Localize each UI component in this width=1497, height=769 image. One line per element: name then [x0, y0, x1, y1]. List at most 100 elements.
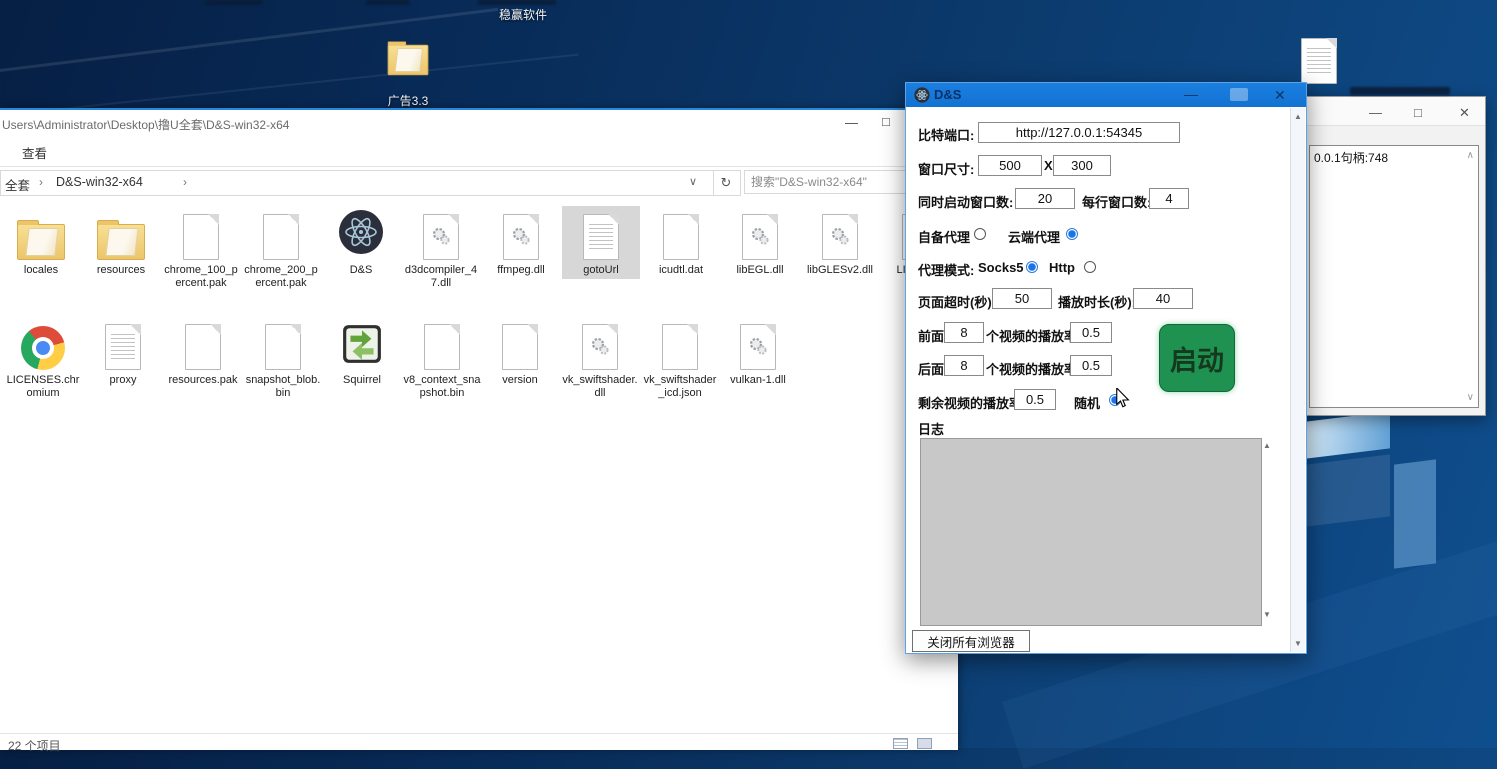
- file-item[interactable]: icudtl.dat: [642, 206, 720, 279]
- dialog-title: D&S: [934, 87, 961, 102]
- arrow-down-icon[interactable]: ▼: [1263, 610, 1271, 619]
- file-item[interactable]: vulkan-1.dll: [719, 316, 797, 389]
- file-item[interactable]: vk_swiftshader_icd.json: [641, 316, 719, 402]
- socks5-radio[interactable]: [1026, 261, 1038, 273]
- page-timeout-input[interactable]: [992, 288, 1052, 309]
- file-item[interactable]: resources: [82, 206, 160, 279]
- file-label: version: [481, 374, 559, 387]
- cutoff-icon-label: [478, 0, 556, 5]
- maximize-button[interactable]: □: [1414, 105, 1422, 120]
- file-item[interactable]: proxy: [84, 316, 162, 389]
- arrow-up-icon[interactable]: ▲: [1263, 441, 1271, 450]
- ds-settings-dialog: D&S — ✕ 比特端口: 窗口尺寸: X 同时启动窗口数: 每行窗口数: 自备…: [905, 82, 1307, 654]
- file-item-selected[interactable]: gotoUrl: [562, 206, 640, 279]
- handle-log-textarea[interactable]: 0.0.1句柄:748 ∧ ∨: [1309, 145, 1479, 408]
- json-file-icon: [662, 324, 698, 370]
- minimize-button[interactable]: —: [845, 116, 858, 129]
- refresh-icon[interactable]: ↻: [712, 170, 741, 196]
- desktop-document-icon[interactable]: [1301, 38, 1337, 84]
- file-label: chrome_100_percent.pak: [162, 264, 240, 290]
- desktop-icon-label[interactable]: 稳赢软件: [468, 6, 578, 23]
- wallpaper-light-pane: [1298, 454, 1390, 527]
- file-explorer-window: Users\Administrator\Desktop\撸U全套\D&S-win…: [0, 108, 958, 750]
- folder-icon: [388, 45, 429, 76]
- dialog-scrollbar[interactable]: ▲ ▼: [1290, 108, 1305, 652]
- rest-rate-input[interactable]: [1014, 389, 1056, 410]
- per-row-input[interactable]: [1149, 188, 1189, 209]
- chevron-down-icon[interactable]: ∨: [1467, 392, 1474, 403]
- squirrel-icon: [341, 323, 383, 370]
- own-proxy-radio[interactable]: [974, 228, 986, 240]
- dialog-title-bar[interactable]: D&S — ✕: [906, 83, 1306, 107]
- port-input[interactable]: [978, 122, 1180, 143]
- minimize-button[interactable]: —: [1184, 86, 1198, 102]
- back-count-input[interactable]: [944, 355, 984, 376]
- address-bar[interactable]: 全套 › D&S-win32-x64 › ∨: [0, 170, 714, 196]
- file-item[interactable]: Squirrel: [323, 316, 401, 389]
- concurrent-windows-input[interactable]: [1015, 188, 1075, 209]
- file-item[interactable]: libGLESv2.dll: [801, 206, 879, 279]
- file-item[interactable]: resources.pak: [164, 316, 242, 389]
- arrow-up-icon[interactable]: ▲: [1294, 112, 1302, 121]
- file-label: resources.pak: [164, 374, 242, 387]
- back-rate-input[interactable]: [1070, 355, 1112, 376]
- list-view-icon[interactable]: [893, 738, 908, 749]
- file-item[interactable]: locales: [2, 206, 80, 279]
- file-label: d3dcompiler_47.dll: [402, 264, 480, 290]
- arrow-down-icon[interactable]: ▼: [1294, 639, 1302, 648]
- bin-file-icon: [424, 324, 460, 370]
- port-label: 比特端口:: [918, 125, 974, 144]
- maximize-button[interactable]: □: [882, 115, 890, 128]
- file-item[interactable]: chrome_100_percent.pak: [162, 206, 240, 292]
- close-all-browsers-button[interactable]: 关闭所有浏览器: [912, 630, 1030, 652]
- cloud-proxy-radio[interactable]: [1066, 228, 1078, 240]
- thumbnail-view-icon[interactable]: [917, 738, 932, 749]
- front-label: 前面: [918, 326, 944, 345]
- file-item[interactable]: v8_context_snapshot.bin: [403, 316, 481, 402]
- file-item[interactable]: version: [481, 316, 559, 389]
- electron-app-icon: [914, 87, 930, 103]
- http-radio[interactable]: [1084, 261, 1096, 273]
- file-label: proxy: [84, 374, 162, 387]
- file-item[interactable]: vk_swiftshader.dll: [561, 316, 639, 402]
- chevron-up-icon[interactable]: ∧: [1467, 150, 1474, 161]
- play-duration-input[interactable]: [1133, 288, 1193, 309]
- file-item[interactable]: d3dcompiler_47.dll: [402, 206, 480, 292]
- file-item[interactable]: LICENSES.chromium: [4, 316, 82, 402]
- file-item[interactable]: chrome_200_percent.pak: [242, 206, 320, 292]
- close-button[interactable]: ✕: [1459, 105, 1470, 121]
- file-label: v8_context_snapshot.bin: [403, 374, 481, 400]
- file-label: chrome_200_percent.pak: [242, 264, 320, 290]
- breadcrumb-parent[interactable]: 全套: [5, 175, 30, 194]
- window-height-input[interactable]: [1053, 155, 1111, 176]
- start-button[interactable]: 启动: [1159, 324, 1235, 392]
- desktop-folder-icon[interactable]: 广告3.3: [380, 42, 436, 109]
- file-label: libGLESv2.dll: [801, 264, 879, 277]
- breadcrumb-current[interactable]: D&S-win32-x64: [56, 175, 143, 189]
- wallpaper-light-pane: [1394, 459, 1436, 568]
- handle-log-window: — □ ✕ 0.0.1句柄:748 ∧ ∨: [1296, 96, 1486, 416]
- file-item[interactable]: libEGL.dll: [721, 206, 799, 279]
- minimize-button[interactable]: —: [1369, 105, 1382, 120]
- file-item[interactable]: snapshot_blob.bin: [244, 316, 322, 402]
- menu-view-tab[interactable]: 查看: [22, 143, 47, 162]
- chevron-down-icon[interactable]: ∨: [689, 175, 697, 188]
- side-title-bar: [1297, 97, 1485, 126]
- http-label: Http: [1049, 260, 1075, 275]
- log-textarea[interactable]: [920, 438, 1262, 626]
- window-width-input[interactable]: [978, 155, 1042, 176]
- file-item[interactable]: ffmpeg.dll: [482, 206, 560, 279]
- file-label: ffmpeg.dll: [482, 264, 560, 277]
- cutoff-icon-label: [205, 0, 263, 5]
- random-label: 随机: [1074, 393, 1100, 412]
- text-file-icon: [105, 324, 141, 370]
- folder-icon: [97, 224, 145, 260]
- log-label: 日志: [918, 419, 944, 438]
- maximize-button[interactable]: [1230, 88, 1248, 101]
- dll-file-icon: [582, 324, 618, 370]
- front-rate-input[interactable]: [1070, 322, 1112, 343]
- close-button[interactable]: ✕: [1274, 87, 1286, 104]
- file-item[interactable]: D&S: [322, 206, 400, 279]
- front-count-input[interactable]: [944, 322, 984, 343]
- dll-file-icon: [423, 214, 459, 260]
